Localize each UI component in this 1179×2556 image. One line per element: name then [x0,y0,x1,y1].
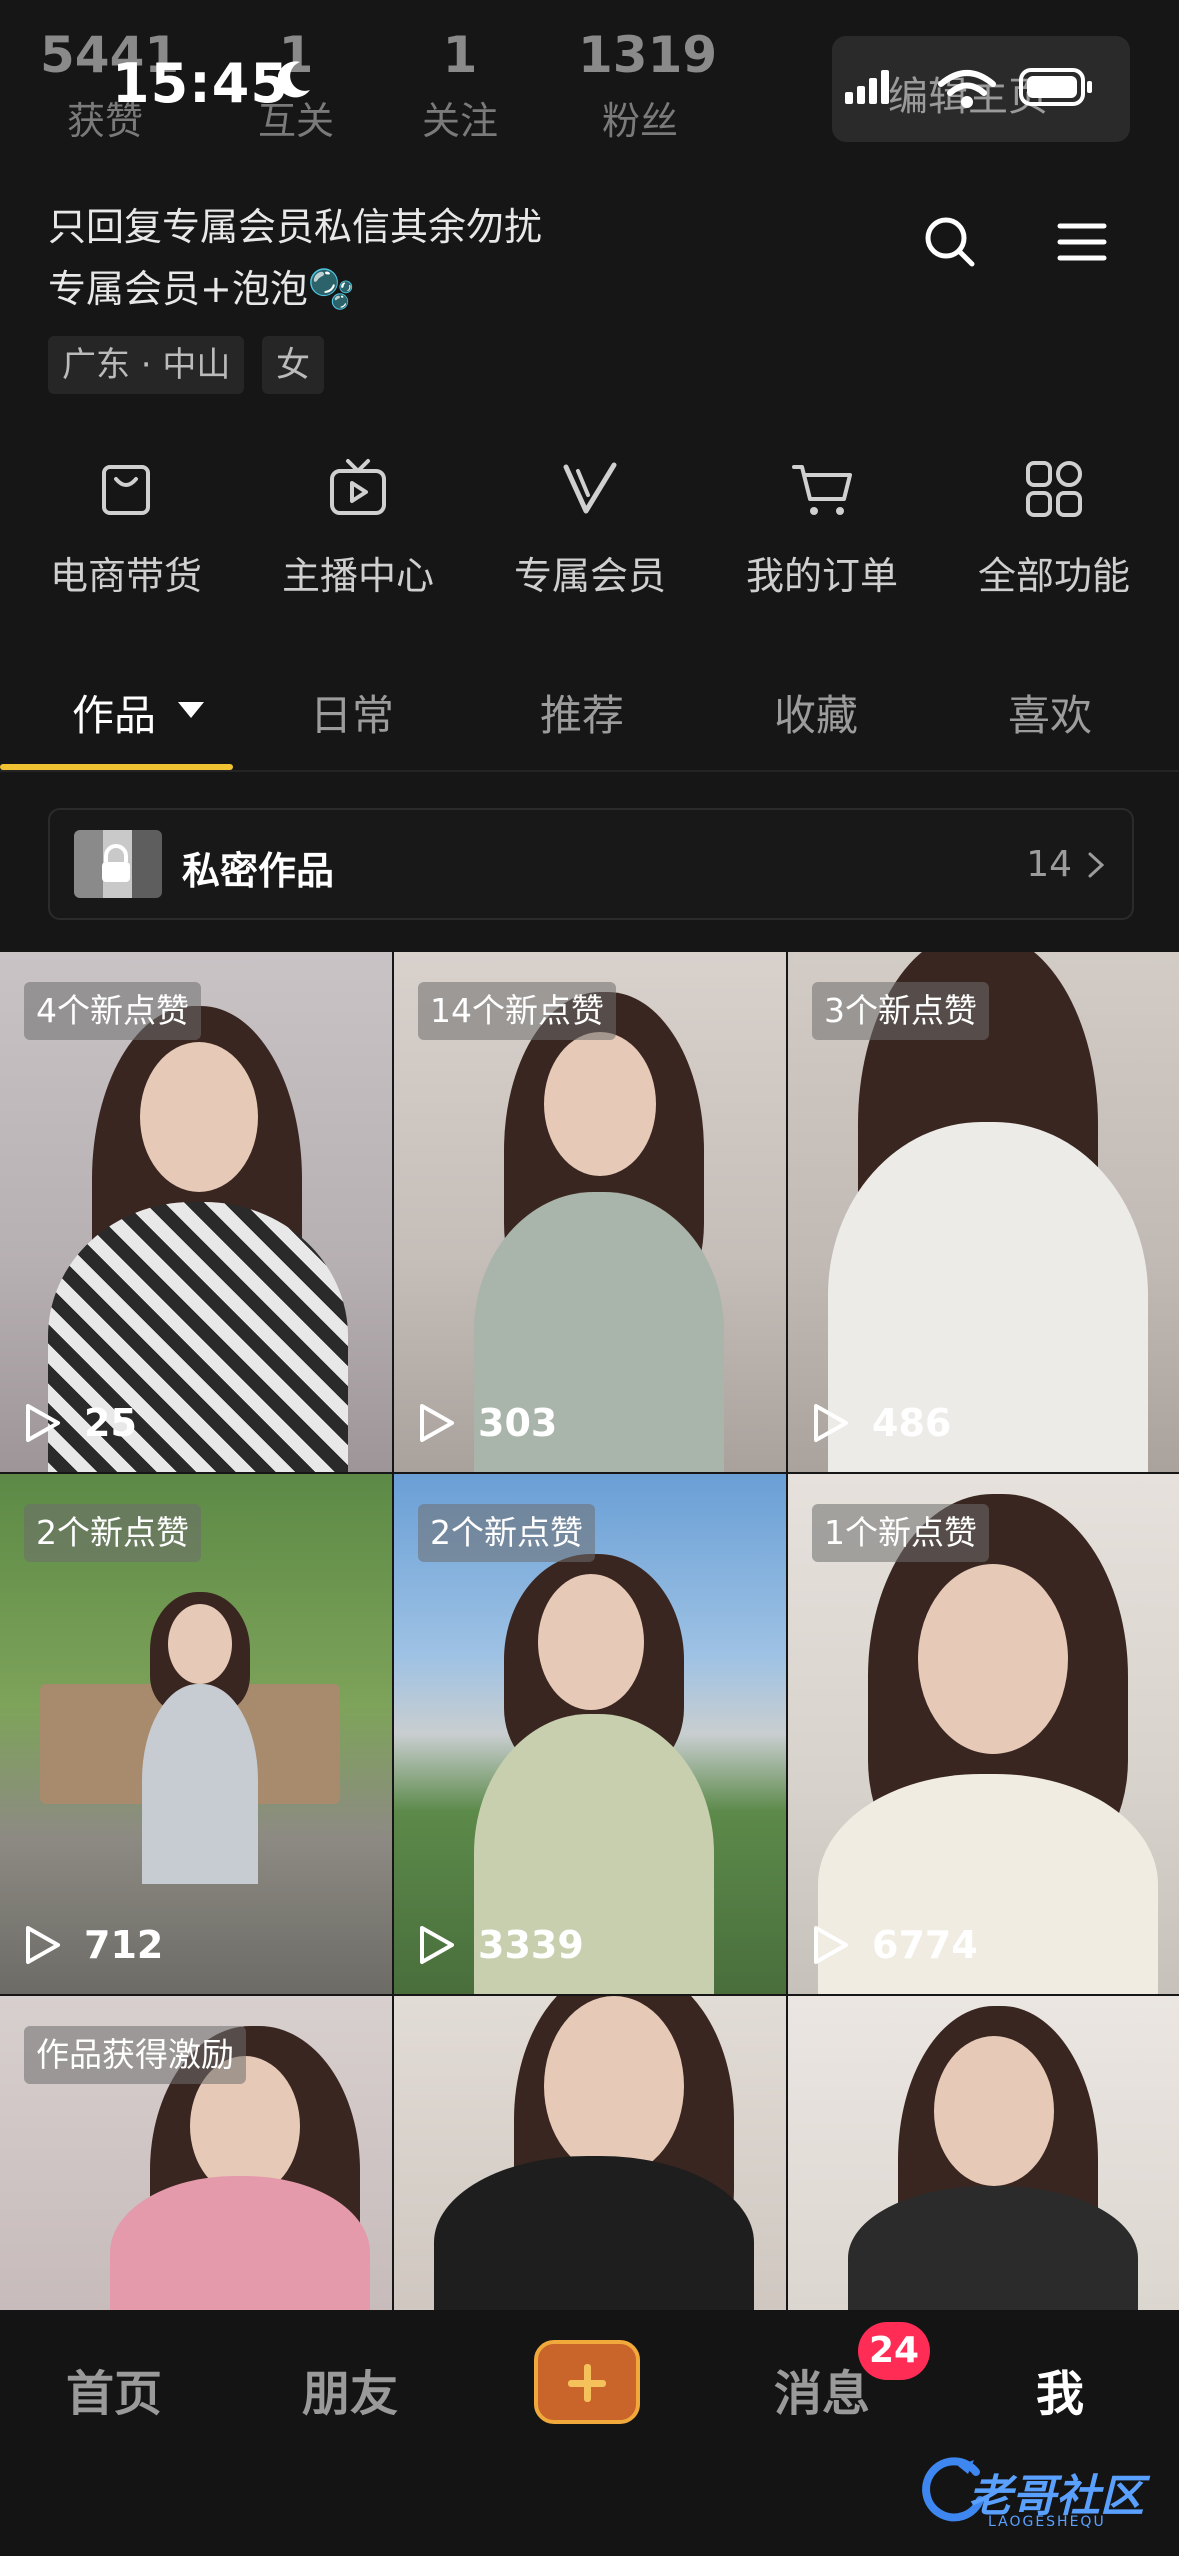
tv-play-icon [330,459,386,515]
video-thumbnail[interactable] [788,1996,1179,2310]
function-exclusive-member[interactable]: 专属会员 [490,455,690,600]
play-count-value: 3339 [478,1923,584,1967]
play-icon [420,1926,454,1964]
shopping-bag-icon [102,465,150,515]
play-icon [26,1926,60,1964]
video-outfit [818,1774,1158,1994]
battery-icon [1019,68,1092,106]
followers-label: 粉丝 [601,99,678,143]
v-icon [563,462,617,514]
watermark-subtext: LAOGESHEQU [988,2514,1106,2530]
nav-friends[interactable]: 朋友 [302,2354,398,2424]
bio-line-1: 只回复专属会员私信其余勿扰 [48,205,543,249]
menu-icon[interactable] [1052,212,1112,272]
video-thumbnail[interactable]: 作品获得激励 [0,1996,392,2310]
dropdown-triangle-icon[interactable] [176,700,206,720]
play-count-value: 303 [478,1401,558,1445]
video-thumbnail[interactable]: 4个新点赞 25 [0,952,392,1472]
signal-icon [845,70,889,104]
bio-line-2: 专属会员+泡泡🫧 [48,267,356,311]
function-label: 全部功能 [977,554,1130,598]
location-tag: 广东 · 中山 [48,336,245,394]
video-outfit [142,1684,258,1884]
tab-favorites[interactable]: 收藏 [774,682,858,743]
search-icon[interactable] [920,212,980,272]
video-outfit [110,2176,370,2310]
reward-badge: 作品获得激励 [24,2026,246,2084]
following-stat[interactable]: 1 关注 [410,30,510,145]
tab-likes[interactable]: 喜欢 [1008,682,1092,743]
video-thumbnail[interactable]: 14个新点赞 303 [394,952,786,1472]
function-label: 专属会员 [513,554,666,598]
wifi-icon [938,70,996,108]
followers-count: 1319 [578,26,718,84]
video-face [544,1032,656,1176]
new-likes-badge: 4个新点赞 [24,982,201,1040]
nav-messages[interactable]: 消息 [774,2354,870,2424]
plus-icon-vertical [584,2364,591,2402]
watermark-logo: 老哥社区 LAOGESHEQU [918,2448,1168,2538]
lock-icon [102,844,130,882]
gender-tag: 女 [262,336,324,394]
new-likes-badge: 2个新点赞 [418,1504,595,1562]
new-likes-badge: 1个新点赞 [812,1504,989,1562]
function-label: 主播中心 [281,554,434,598]
video-face [934,2036,1054,2186]
play-icon [420,1404,454,1442]
nav-home[interactable]: 首页 [66,2354,162,2424]
video-thumbnail[interactable] [394,1996,786,2310]
tab-daily[interactable]: 日常 [310,682,394,743]
function-ecommerce[interactable]: 电商带货 [26,455,226,600]
play-count-value: 486 [872,1401,952,1445]
following-count: 1 [442,26,478,84]
followers-stat[interactable]: 1319 粉丝 [578,26,718,145]
play-icon [814,1404,848,1442]
private-works-row[interactable]: 私密作品 14 [48,808,1134,920]
video-face [140,1042,258,1192]
video-thumbnail[interactable]: 2个新点赞 712 [0,1474,392,1994]
play-icon [814,1926,848,1964]
status-time: 15:45 [112,52,289,115]
following-label: 关注 [421,99,498,143]
function-my-orders[interactable]: 我的订单 [722,455,922,600]
video-outfit [434,2156,754,2310]
tab-works-label: 作品 [72,691,157,740]
private-works-label: 私密作品 [182,849,335,893]
grid-icon [1026,461,1082,517]
video-face [544,1996,684,2176]
tab-recommend[interactable]: 推荐 [540,682,624,743]
new-likes-badge: 2个新点赞 [24,1504,201,1562]
active-tab-indicator [0,764,233,770]
function-streamer-center[interactable]: 主播中心 [258,455,458,600]
function-all[interactable]: 全部功能 [954,455,1154,600]
status-icons [845,68,1092,108]
messages-badge: 24 [858,2322,930,2380]
video-face [538,1574,644,1710]
new-likes-badge: 14个新点赞 [418,982,616,1040]
nav-me[interactable]: 我 [1036,2354,1084,2424]
moon-icon [278,61,310,98]
create-button[interactable] [534,2340,640,2424]
function-label: 电商带货 [49,554,202,598]
new-likes-badge: 3个新点赞 [812,982,989,1040]
video-thumbnail[interactable]: 3个新点赞 486 [788,952,1179,1472]
play-count-value: 25 [84,1401,137,1445]
tab-works[interactable]: 作品 [72,682,156,743]
private-works-count: 14 [1026,844,1072,885]
video-face [918,1564,1068,1754]
play-icon [26,1404,60,1442]
function-label: 我的订单 [745,554,898,598]
video-thumbnail[interactable]: 1个新点赞 6774 [788,1474,1179,1994]
video-thumbnail[interactable]: 2个新点赞 3339 [394,1474,786,1994]
cart-icon [792,465,852,515]
chevron-right-icon [1088,852,1105,878]
play-count-value: 712 [84,1923,164,1967]
video-face [168,1604,232,1684]
play-count-value: 6774 [872,1923,978,1967]
private-works-thumbnail [74,830,162,898]
tab-divider [0,770,1179,772]
